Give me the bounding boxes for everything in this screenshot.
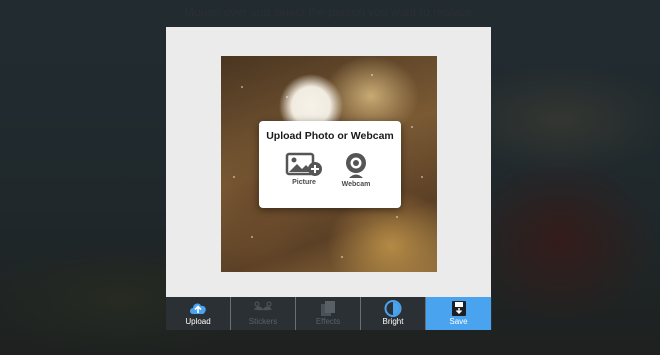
effects-icon	[296, 300, 360, 317]
brightness-icon	[361, 300, 425, 317]
bottom-toolbar: Upload Stickers Effects Bright Save	[166, 297, 492, 330]
picture-option-label: Picture	[292, 179, 316, 186]
bright-label: Bright	[382, 317, 404, 326]
bright-button[interactable]: Bright	[361, 297, 426, 330]
instruction-text: Mouse over and select the person you wan…	[184, 5, 476, 19]
picture-option[interactable]: Picture	[279, 151, 329, 201]
add-picture-icon	[279, 151, 329, 177]
mustache-icon	[231, 300, 295, 317]
effects-label: Effects	[315, 317, 341, 326]
stickers-button[interactable]: Stickers	[231, 297, 296, 330]
upload-button[interactable]: Upload	[166, 297, 231, 330]
upload-label: Upload	[185, 317, 211, 326]
stickers-label: Stickers	[248, 317, 278, 326]
webcam-icon	[331, 151, 381, 179]
upload-dialog: Upload Photo or Webcam Picture Webcam	[259, 121, 401, 208]
save-icon	[426, 300, 491, 317]
webcam-option-label: Webcam	[341, 181, 371, 188]
dialog-title: Upload Photo or Webcam	[266, 130, 394, 142]
save-label: Save	[449, 317, 468, 326]
cloud-upload-icon	[166, 300, 230, 317]
webcam-option[interactable]: Webcam	[331, 151, 381, 201]
save-button[interactable]: Save	[426, 297, 491, 330]
effects-button[interactable]: Effects	[296, 297, 361, 330]
